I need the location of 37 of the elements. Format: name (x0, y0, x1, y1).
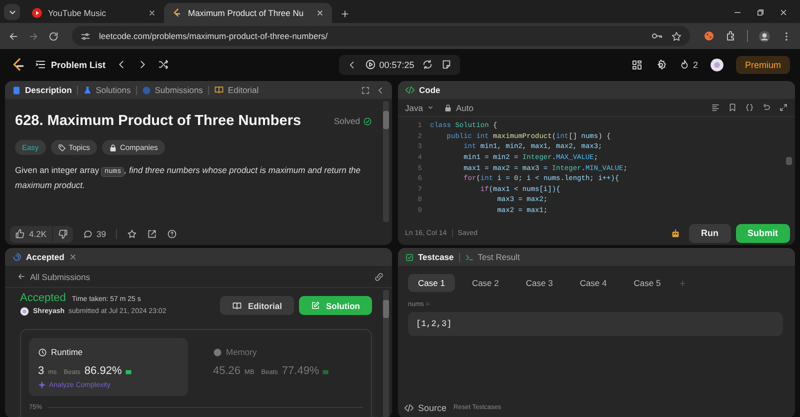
mode-button[interactable]: Auto (444, 102, 474, 112)
panel-tab[interactable]: Solutions (82, 85, 131, 95)
case-tab[interactable]: Case 3 (516, 274, 563, 292)
problem-list-button[interactable]: Problem List (35, 59, 106, 70)
address-bar[interactable]: leetcode.com/problems/maximum-product-of-three-numbers/ (72, 26, 690, 46)
metric-label: Memory (226, 347, 257, 357)
case-tab[interactable]: Case 4 (570, 274, 617, 292)
solved-status: Solved (334, 116, 360, 126)
case-tab[interactable]: Case 5 (624, 274, 671, 292)
beats-percentage: 86.92% (84, 365, 122, 377)
panel-tab[interactable]: Description (12, 85, 72, 95)
premium-button[interactable]: Premium (736, 56, 790, 74)
metric-label: Runtime (51, 347, 83, 357)
browser-tab[interactable]: Maximum Product of Three Nu (164, 3, 332, 23)
panel-tab[interactable]: Code (405, 85, 440, 95)
metric-value: 3 (38, 365, 44, 377)
panel-tab[interactable]: Test Result (464, 252, 520, 262)
case-tab[interactable]: Case 1 (408, 274, 455, 292)
panel-tab[interactable]: Accepted (12, 252, 64, 262)
run-button[interactable]: Run (689, 224, 730, 242)
url-text: leetcode.com/problems/maximum-product-of-three-numbers/ (99, 31, 329, 41)
beats-percentage: 77.49% (282, 365, 320, 377)
case-tab[interactable]: Case 2 (462, 274, 509, 292)
problem-title: 628. Maximum Product of Three Numbers (15, 113, 302, 129)
panel-tab[interactable]: Testcase (405, 252, 454, 262)
comments-button[interactable]: 39 (82, 229, 106, 239)
panel-tab[interactable]: Editorial (214, 85, 259, 95)
verdict-text: Accepted (20, 292, 66, 304)
streak-button[interactable]: 2 (678, 59, 698, 70)
metric-value: 45.26 (213, 365, 241, 377)
panel-tab[interactable]: Submissions (142, 85, 203, 95)
editorial-button[interactable]: Editorial (220, 296, 294, 315)
language-dropdown[interactable]: Java (405, 102, 434, 112)
input-field[interactable]: [1,2,3] (408, 312, 783, 336)
source-button[interactable]: Source (404, 402, 447, 412)
all-submissions-link[interactable]: All Submissions (17, 272, 90, 282)
browser-tab[interactable]: YouTube Music (24, 3, 164, 23)
